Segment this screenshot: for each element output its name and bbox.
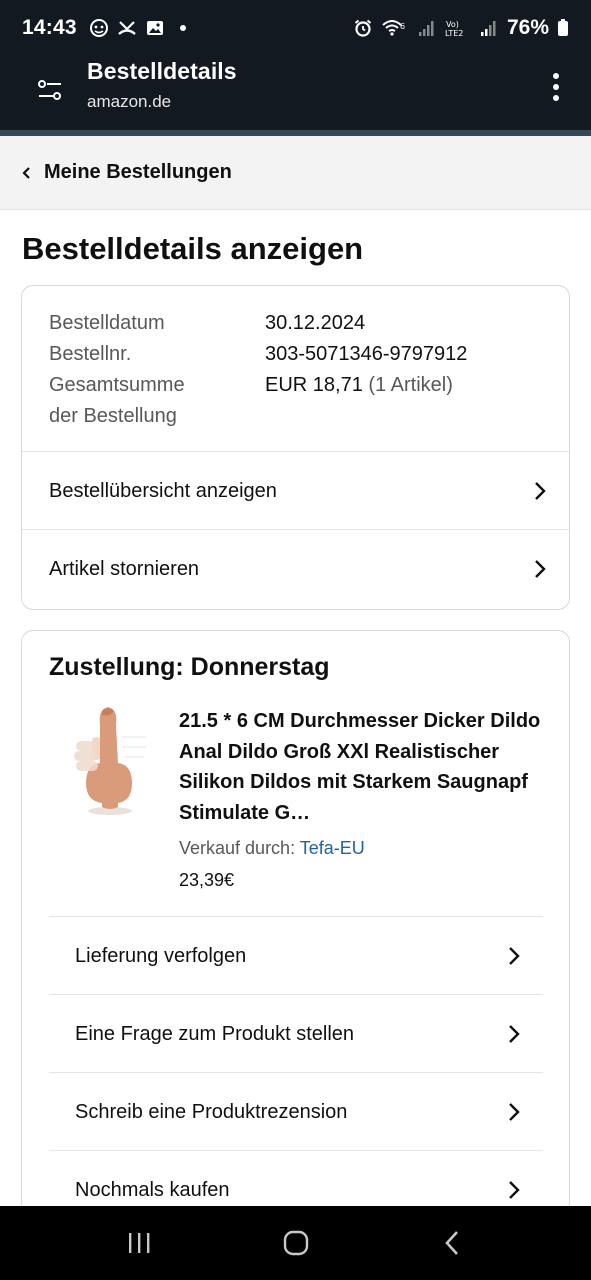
system-nav-bar: [0, 1206, 591, 1280]
order-total-label: Gesamtsumme der Bestellung: [49, 374, 185, 427]
track-delivery-label: Lieferung verfolgen: [75, 944, 247, 967]
order-summary-link[interactable]: Bestellübersicht anzeigen: [22, 452, 569, 530]
battery-percent: 76%: [506, 16, 549, 39]
chevron-right-icon: [507, 1023, 521, 1045]
missed-call-icon: [117, 18, 137, 38]
signal-2-icon: [479, 18, 499, 38]
home-icon[interactable]: [276, 1223, 316, 1263]
product-price: 23,39€: [179, 870, 235, 890]
delivery-card: Zustellung: Donnerstag 21.5 * 6 CM Durch…: [21, 630, 570, 1230]
status-right-icons: 6 Vo) LTE2 76%: [353, 16, 569, 40]
seller-label: Verkauf durch:: [179, 838, 296, 858]
order-date-value: 30.12.2024: [265, 312, 366, 334]
app-bar-title: Bestelldetails: [87, 58, 237, 84]
delivery-heading: Zustellung: Donnerstag: [49, 653, 330, 681]
order-number-value: 303-5071346-9797912: [265, 343, 468, 365]
svg-text:Vo): Vo): [446, 20, 459, 29]
seller-link[interactable]: Tefa-EU: [300, 838, 365, 858]
chevron-right-icon: [507, 1101, 521, 1123]
product-image[interactable]: [62, 703, 152, 818]
signal-1-icon: [417, 18, 437, 38]
svg-text:LTE2: LTE2: [445, 29, 463, 38]
chevron-right-icon: [507, 1179, 521, 1201]
status-time: 14:43: [22, 16, 77, 39]
cancel-item-label: Artikel stornieren: [49, 557, 200, 580]
track-delivery-link[interactable]: Lieferung verfolgen: [49, 917, 543, 995]
order-date-label: Bestelldatum: [49, 312, 165, 334]
more-vertical-icon[interactable]: [547, 70, 565, 104]
notification-app-icon: [89, 18, 109, 38]
order-number-label: Bestellnr.: [49, 343, 132, 365]
app-bar-subtitle: amazon.de: [87, 92, 172, 111]
breadcrumb[interactable]: Meine Bestellungen: [0, 136, 591, 210]
battery-icon: [557, 18, 569, 38]
status-left-icons: [89, 18, 193, 38]
seller-info: Verkauf durch: Tefa-EU: [179, 838, 365, 859]
write-review-label: Schreib eine Produktrezension: [75, 1100, 348, 1123]
breadcrumb-label: Meine Bestellungen: [44, 161, 232, 183]
page-title: Bestelldetails anzeigen: [22, 231, 364, 266]
order-info-card: Bestelldatum 30.12.2024 Bestellnr. 303-5…: [21, 285, 570, 610]
cancel-item-link[interactable]: Artikel stornieren: [22, 530, 569, 608]
chevron-right-icon: [507, 945, 521, 967]
order-total-value: EUR 18,71 (1 Artikel): [265, 374, 453, 396]
chevron-right-icon: [533, 480, 547, 502]
ask-question-link[interactable]: Eine Frage zum Produkt stellen: [49, 995, 543, 1073]
filter-settings-icon[interactable]: [36, 76, 64, 104]
recents-icon[interactable]: [119, 1223, 159, 1263]
order-summary-label: Bestellübersicht anzeigen: [49, 479, 277, 502]
buy-again-label: Nochmals kaufen: [75, 1178, 230, 1201]
order-info: Bestelldatum 30.12.2024 Bestellnr. 303-5…: [49, 308, 467, 432]
alarm-icon: [353, 18, 373, 38]
back-icon[interactable]: [433, 1223, 473, 1263]
status-bar: 14:43 6 Vo) LTE2 76%: [0, 0, 591, 56]
chevron-left-icon: [20, 166, 34, 180]
wifi-icon: 6: [381, 18, 409, 38]
chevron-right-icon: [533, 558, 547, 580]
gallery-icon: [145, 18, 165, 38]
app-bar: Bestelldetails amazon.de: [0, 56, 591, 130]
order-item-count: (1 Artikel): [368, 374, 453, 396]
svg-text:6: 6: [400, 22, 405, 31]
dot-icon: [173, 18, 193, 38]
ask-question-label: Eine Frage zum Produkt stellen: [75, 1022, 355, 1045]
volte-icon: Vo) LTE2: [445, 18, 471, 38]
write-review-link[interactable]: Schreib eine Produktrezension: [49, 1073, 543, 1151]
product-title[interactable]: 21.5 * 6 CM Durchmesser Dicker Dildo Ana…: [179, 706, 549, 828]
